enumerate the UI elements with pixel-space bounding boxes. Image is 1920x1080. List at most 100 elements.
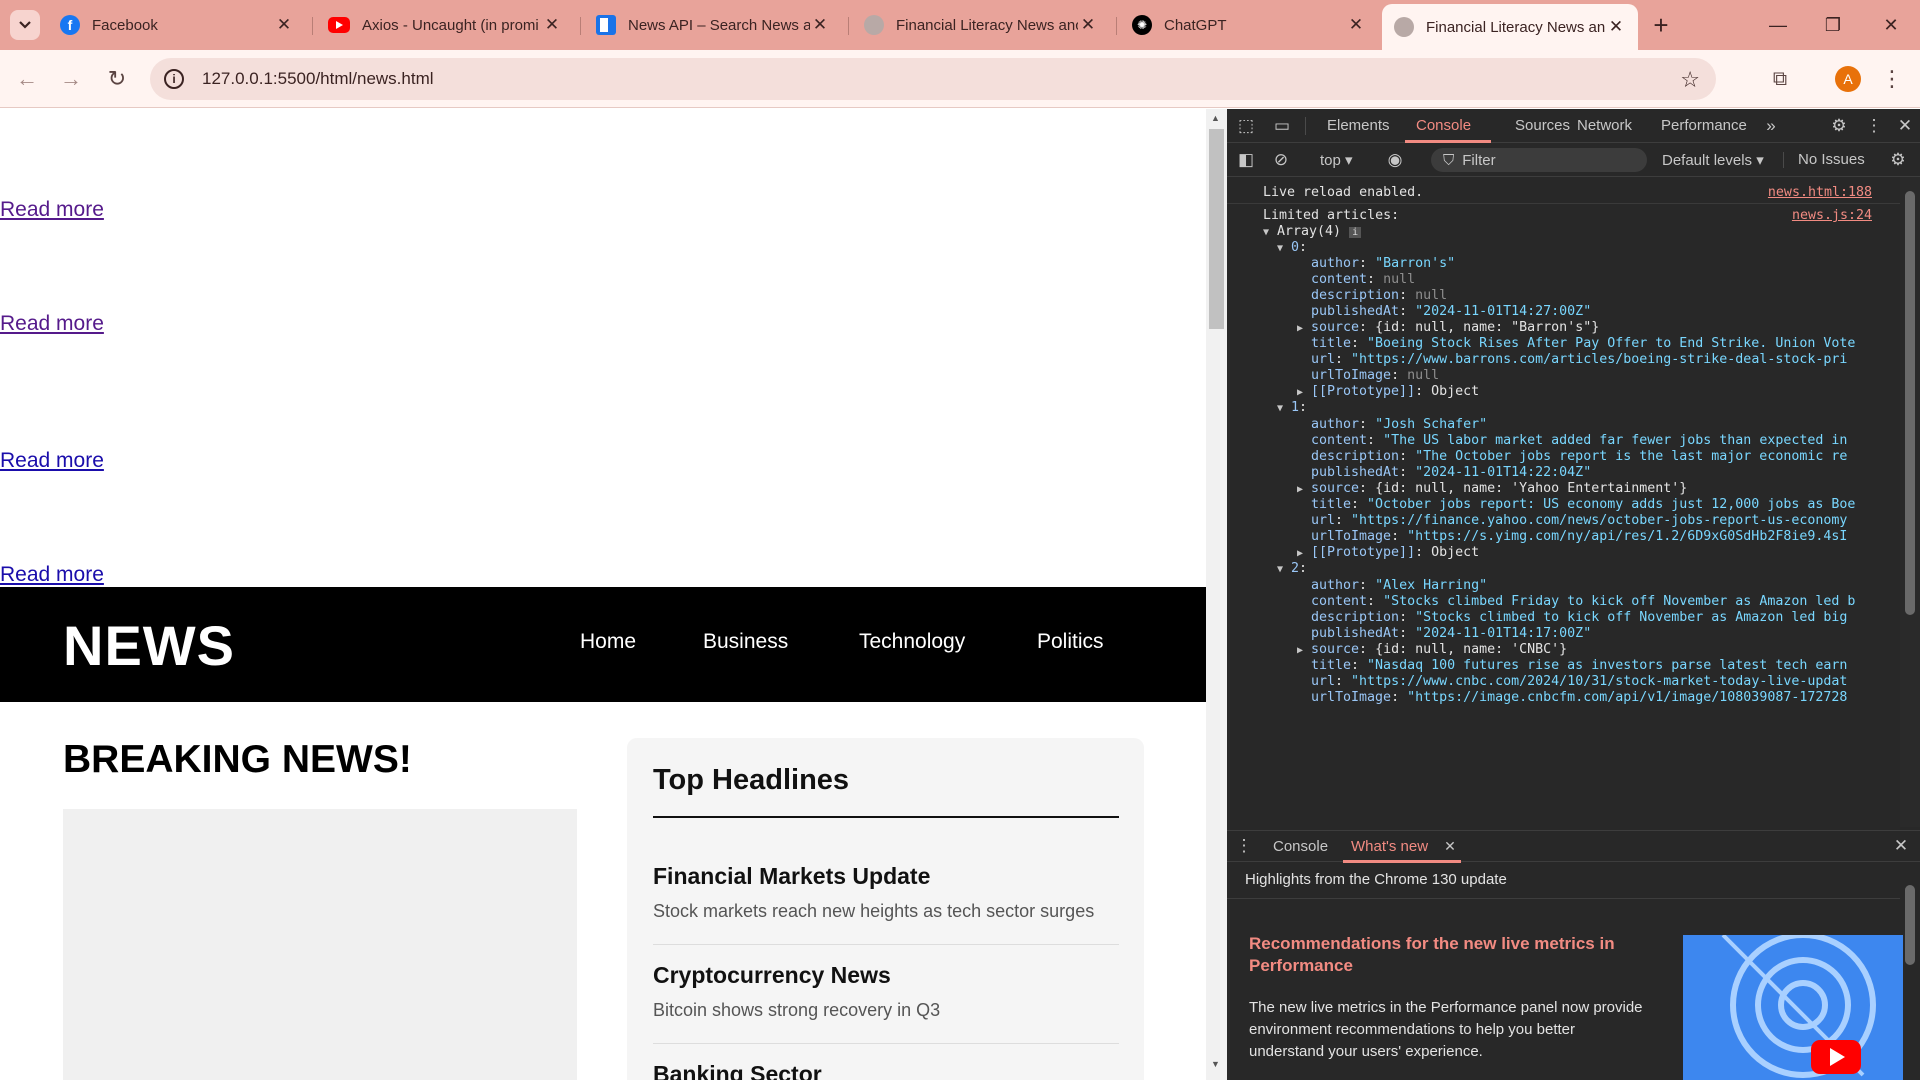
inspect-element-icon[interactable]: ⬚: [1235, 115, 1257, 137]
console-prop: description: "The October jobs report is…: [1311, 449, 1848, 464]
extensions-icon[interactable]: ⧉: [1765, 64, 1795, 94]
site-info-icon[interactable]: i: [164, 69, 184, 89]
address-bar[interactable]: i 127.0.0.1:5500/html/news.html ☆: [150, 58, 1716, 100]
array-index-toggle[interactable]: ▼ 0:: [1277, 240, 1307, 255]
context-selector[interactable]: top ▾: [1320, 151, 1353, 169]
tab-facebook[interactable]: f Facebook ✕: [48, 6, 306, 44]
restore-button[interactable]: ❐: [1810, 8, 1856, 42]
array-index-toggle[interactable]: ▼ 2:: [1277, 561, 1307, 576]
devtools-tab-console[interactable]: Console: [1416, 117, 1471, 134]
nav-business[interactable]: Business: [703, 630, 788, 654]
whats-new-video-thumbnail[interactable]: [1683, 935, 1903, 1080]
close-drawer-icon[interactable]: ✕: [1890, 835, 1912, 857]
bookmark-star-icon[interactable]: ☆: [1680, 67, 1700, 93]
sidebar-toggle-icon[interactable]: ◧: [1235, 149, 1257, 171]
console-prop: title: "Nasdaq 100 futures rise as inves…: [1311, 658, 1848, 673]
issues-counter[interactable]: No Issues: [1798, 151, 1865, 168]
tab-financial-literacy-active[interactable]: Financial Literacy News an ✕: [1382, 4, 1638, 50]
console-settings-icon[interactable]: ⚙: [1887, 149, 1909, 171]
devtools-menu-icon[interactable]: ⋮: [1863, 115, 1885, 137]
divider: [653, 944, 1119, 945]
close-devtools-icon[interactable]: ✕: [1894, 115, 1916, 137]
tab-title: Financial Literacy News anc: [896, 16, 1078, 34]
devtools-tab-sources[interactable]: Sources: [1515, 117, 1570, 134]
divider: [653, 1043, 1119, 1044]
headline-title[interactable]: Banking Sector: [653, 1061, 822, 1080]
console-prop: url: "https://finance.yahoo.com/news/oct…: [1311, 513, 1848, 528]
tab-newsapi[interactable]: News API – Search News ar ✕: [584, 6, 842, 44]
whats-new-scrollbar[interactable]: [1900, 865, 1920, 1080]
scrollbar-thumb[interactable]: [1905, 885, 1915, 965]
console-prop: urlToImage: null: [1311, 368, 1440, 383]
prototype-toggle[interactable]: ▶ [[Prototype]]: Object: [1297, 545, 1479, 560]
nav-technology[interactable]: Technology: [859, 630, 965, 654]
log-levels-dropdown[interactable]: Default levels ▾: [1662, 151, 1764, 169]
close-tab-icon[interactable]: ✕: [1606, 17, 1626, 37]
console-prop-toggle[interactable]: ▶ source: {id: null, name: "Barron's"}: [1297, 320, 1599, 335]
console-prop-toggle[interactable]: ▶ source: {id: null, name: 'Yahoo Enterta…: [1297, 481, 1687, 496]
console-prop: title: "October jobs report: US economy …: [1311, 497, 1856, 512]
reload-button[interactable]: ↻: [102, 64, 132, 94]
console-prop: urlToImage: "https://image.cnbcfm.com/ap…: [1311, 690, 1848, 705]
page-scrollbar[interactable]: ▲ ▼: [1206, 109, 1227, 1080]
close-tab-icon[interactable]: ✕: [542, 15, 562, 35]
tab-axios[interactable]: Axios - Uncaught (in promi ✕: [316, 6, 574, 44]
scrollbar-thumb[interactable]: [1905, 191, 1915, 615]
nav-home[interactable]: Home: [580, 630, 636, 654]
drawer-tab-whats-new[interactable]: What's new: [1351, 838, 1428, 855]
source-link[interactable]: news.js:24: [1792, 208, 1872, 223]
tab-chatgpt[interactable]: ✺ ChatGPT ✕: [1120, 6, 1378, 44]
headline-description: Bitcoin shows strong recovery in Q3: [653, 1000, 941, 1020]
source-link[interactable]: news.html:188: [1768, 185, 1872, 200]
nav-politics[interactable]: Politics: [1037, 630, 1104, 654]
tab-financial-literacy[interactable]: Financial Literacy News anc ✕: [852, 6, 1110, 44]
minimize-button[interactable]: —: [1755, 8, 1801, 42]
prototype-toggle[interactable]: ▶ [[Prototype]]: Object: [1297, 384, 1479, 399]
video-thumbnail-graphic: [1683, 935, 1903, 1080]
console-scrollbar[interactable]: [1900, 177, 1920, 827]
drawer-tab-console[interactable]: Console: [1273, 838, 1328, 855]
whats-new-heading: Highlights from the Chrome 130 update: [1245, 871, 1507, 888]
devtools-tab-elements[interactable]: Elements: [1327, 117, 1390, 134]
array-toggle[interactable]: ▼ Array(4) i: [1263, 224, 1362, 239]
new-tab-button[interactable]: +: [1648, 10, 1674, 40]
more-tabs-icon[interactable]: »: [1760, 115, 1782, 137]
console-prop: author: "Josh Schafer": [1311, 417, 1488, 432]
read-more-link[interactable]: Read more: [0, 449, 104, 473]
back-button[interactable]: ←: [12, 64, 42, 94]
close-tab-icon[interactable]: ✕: [810, 15, 830, 35]
forward-button[interactable]: →: [56, 64, 86, 94]
eye-icon[interactable]: ◉: [1384, 149, 1406, 171]
drawer-menu-icon[interactable]: ⋮: [1233, 835, 1255, 857]
whats-new-card-title[interactable]: Recommendations for the new live metrics…: [1249, 933, 1669, 977]
clear-console-icon[interactable]: ⊘: [1270, 149, 1292, 171]
close-tab-icon[interactable]: ✕: [1439, 835, 1461, 857]
close-tab-icon[interactable]: ✕: [1346, 15, 1366, 35]
scrollbar-thumb[interactable]: [1209, 129, 1224, 329]
menu-kebab-icon[interactable]: ⋮: [1877, 64, 1907, 94]
close-tab-icon[interactable]: ✕: [1078, 15, 1098, 35]
tab-title: News API – Search News ar: [628, 16, 810, 34]
headline-title[interactable]: Cryptocurrency News: [653, 962, 891, 989]
read-more-link[interactable]: Read more: [0, 312, 104, 336]
close-window-button[interactable]: ✕: [1868, 8, 1914, 42]
filter-input[interactable]: ⛉ Filter: [1431, 148, 1647, 172]
devtools-tab-performance[interactable]: Performance: [1661, 117, 1747, 134]
device-toolbar-icon[interactable]: ▭: [1271, 115, 1293, 137]
console-prop: url: "https://www.cnbc.com/2024/10/31/st…: [1311, 674, 1848, 689]
settings-gear-icon[interactable]: ⚙: [1828, 115, 1850, 137]
close-tab-icon[interactable]: ✕: [274, 15, 294, 35]
devtools-tab-network[interactable]: Network: [1577, 117, 1632, 134]
tab-search-button[interactable]: [10, 10, 40, 40]
read-more-link[interactable]: Read more: [0, 563, 104, 587]
site-logo[interactable]: NEWS: [63, 613, 235, 678]
page-viewport: Read more Read more Read more Read more …: [0, 109, 1206, 1080]
headline-title[interactable]: Financial Markets Update: [653, 863, 930, 890]
avatar[interactable]: A: [1835, 66, 1861, 92]
devtools-tabbar: ⬚ ▭ Elements Console Sources Network Per…: [1227, 109, 1920, 143]
facebook-icon: f: [60, 15, 80, 35]
array-index: 0: [1291, 240, 1300, 255]
console-prop-toggle[interactable]: ▶ source: {id: null, name: 'CNBC'}: [1297, 642, 1567, 657]
array-index-toggle[interactable]: ▼ 1:: [1277, 400, 1307, 415]
read-more-link[interactable]: Read more: [0, 198, 104, 222]
